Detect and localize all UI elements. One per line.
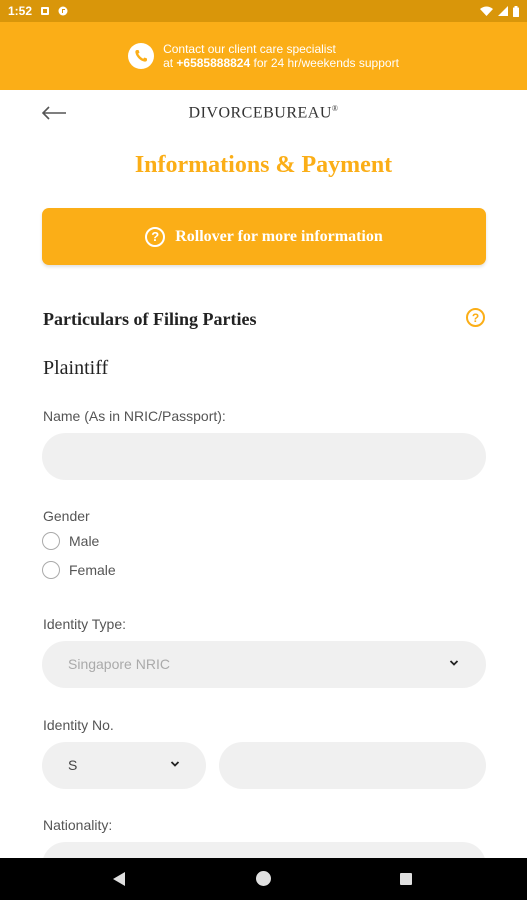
system-nav-bar — [0, 858, 527, 900]
identity-prefix-value: S — [68, 757, 78, 773]
gender-option-label: Female — [69, 562, 116, 578]
nationality-label: Nationality: — [43, 817, 113, 833]
status-bar: 1:52 — [0, 0, 527, 22]
app-header: DIVORCEBUREAU® — [0, 90, 527, 136]
identity-type-value: Singapore NRIC — [68, 656, 170, 672]
gender-option-male[interactable]: Male — [42, 532, 99, 550]
rollover-info-label: Rollover for more information — [175, 227, 383, 245]
nav-home-icon[interactable] — [256, 871, 271, 886]
wifi-icon — [480, 6, 493, 16]
gender-option-female[interactable]: Female — [42, 561, 116, 579]
signal-icon — [498, 6, 508, 16]
chevron-down-icon — [449, 660, 459, 666]
identity-prefix-select[interactable]: S — [42, 742, 206, 789]
section-title: Particulars of Filing Parties — [43, 309, 257, 329]
phone-support-icon — [128, 43, 155, 69]
chevron-down-icon — [170, 761, 180, 767]
identity-type-select[interactable]: Singapore NRIC — [42, 641, 486, 688]
support-text: Contact our client care specialist at +6… — [163, 42, 399, 70]
radio-button-male[interactable] — [42, 532, 60, 550]
gender-label: Gender — [43, 508, 90, 524]
help-icon[interactable]: ? — [466, 308, 485, 327]
radio-button-female[interactable] — [42, 561, 60, 579]
nav-recents-icon[interactable] — [400, 873, 412, 885]
notification-square-icon — [41, 7, 50, 15]
name-input[interactable] — [42, 433, 486, 480]
support-line-2: at +6585888824 for 24 hr/weekends suppor… — [163, 56, 399, 70]
page-title: Informations & Payment — [134, 152, 393, 178]
status-time: 1:52 — [8, 4, 33, 18]
status-left: 1:52 — [8, 4, 68, 18]
nav-back-icon[interactable] — [113, 872, 126, 886]
brand-registered-mark: ® — [331, 104, 339, 113]
name-label: Name (As in NRIC/Passport): — [43, 408, 226, 424]
app-circle-icon — [58, 6, 68, 16]
identity-no-input[interactable] — [219, 742, 486, 789]
rollover-info-button[interactable]: ? Rollover for more information — [42, 208, 486, 265]
support-line-2-prefix: at — [163, 56, 177, 70]
gender-option-label: Male — [69, 533, 100, 549]
brand-logo: DIVORCEBUREAU® — [0, 104, 527, 122]
support-banner[interactable]: Contact our client care specialist at +6… — [0, 22, 527, 90]
support-line-2-suffix: for 24 hr/weekends support — [250, 56, 399, 70]
identity-type-label: Identity Type: — [43, 616, 127, 632]
question-circle-icon: ? — [145, 226, 166, 247]
support-line-1: Contact our client care specialist — [163, 42, 336, 56]
brand-name: DIVORCEBUREAU — [188, 104, 332, 122]
party-heading: Plaintiff — [43, 357, 109, 379]
support-phone[interactable]: +6585888824 — [176, 56, 250, 70]
identity-no-label: Identity No. — [43, 717, 114, 733]
status-right — [480, 5, 519, 17]
battery-icon — [513, 5, 519, 17]
